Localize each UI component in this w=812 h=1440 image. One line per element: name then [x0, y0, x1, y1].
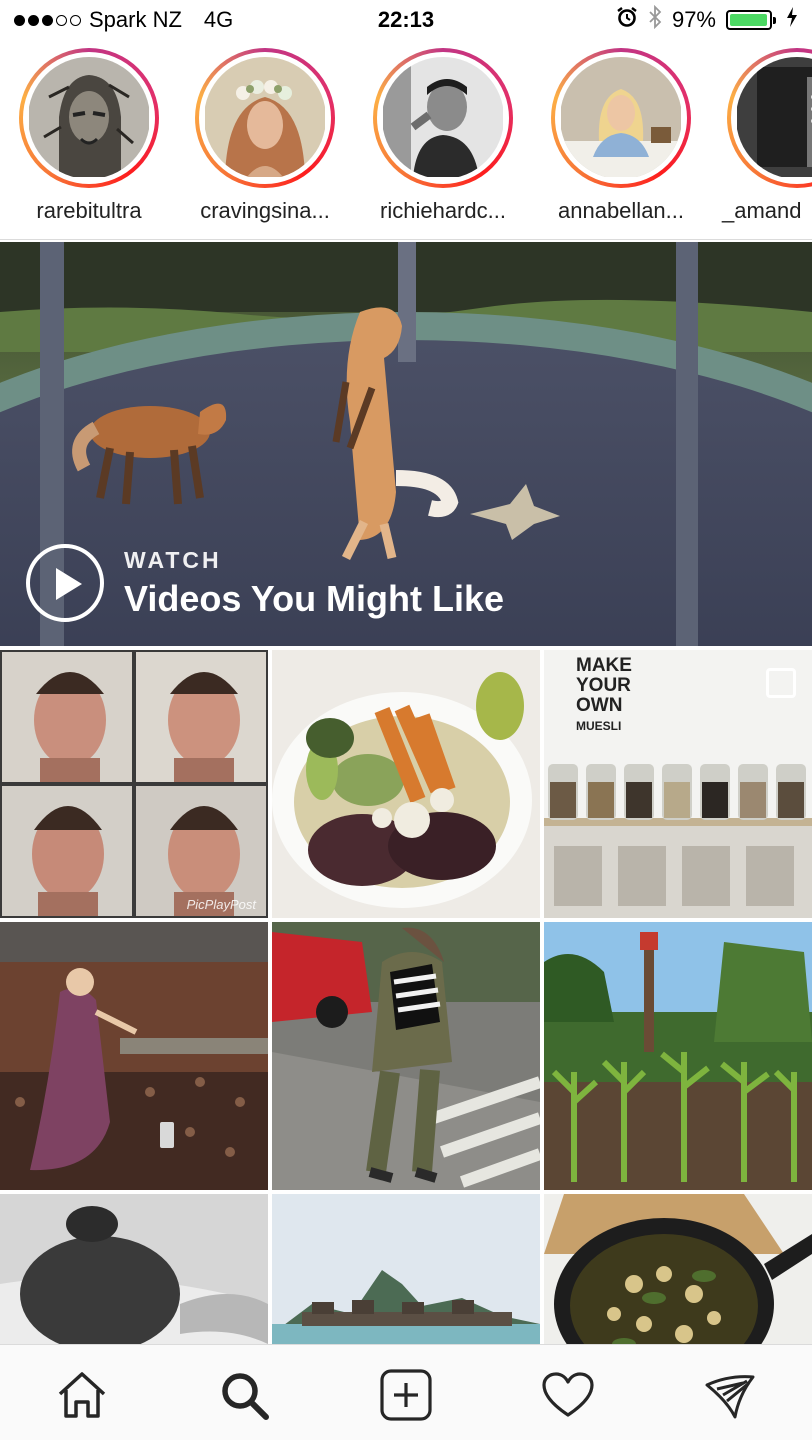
featured-video-card[interactable]: WATCH Videos You Might Like — [0, 242, 812, 646]
explore-grid: PicPlayPost MAKE YOUR OWN MUESLI — [0, 650, 812, 1344]
grid-post-collage[interactable]: PicPlayPost — [0, 650, 268, 918]
avatar-partial — [736, 57, 812, 179]
watch-kicker: WATCH — [124, 546, 222, 573]
collage-watermark: PicPlayPost — [186, 897, 256, 912]
avatar-bw-portrait — [382, 57, 504, 179]
alarm-icon — [616, 6, 638, 34]
story-item[interactable]: annabellan... — [536, 48, 706, 224]
bottom-nav — [0, 1344, 812, 1440]
status-right: 97% — [616, 4, 798, 35]
story-item[interactable]: rarebitultra — [4, 48, 174, 224]
muesli-sign: MAKE YOUR OWN MUESLI — [576, 656, 632, 736]
add-icon[interactable] — [376, 1365, 436, 1425]
grid-post-concert[interactable] — [0, 922, 268, 1190]
story-ring[interactable] — [727, 48, 812, 188]
muesli-line: YOUR — [576, 675, 631, 696]
story-username: _amand — [722, 198, 802, 223]
muesli-line: OWN — [576, 695, 623, 716]
search-icon[interactable] — [214, 1365, 274, 1425]
grid-post-garden[interactable] — [544, 922, 812, 1190]
battery-percent: 97% — [671, 7, 716, 32]
muesli-line: MUESLI — [576, 719, 622, 733]
grid-post-bw-portrait[interactable] — [0, 1194, 268, 1344]
battery-icon — [726, 10, 776, 30]
story-item[interactable]: cravingsina... — [180, 48, 350, 224]
muesli-line: MAKE — [576, 655, 632, 676]
story-username: cravingsina... — [200, 198, 330, 223]
story-item[interactable]: richiehardc... — [358, 48, 528, 224]
grid-post-salad[interactable] — [272, 650, 540, 918]
charging-icon — [786, 7, 798, 33]
play-icon[interactable] — [26, 544, 104, 622]
multiple-photos-icon — [766, 668, 796, 698]
story-ring[interactable] — [195, 48, 335, 188]
network-type: 4G — [203, 7, 234, 32]
carrier-name: Spark NZ — [89, 7, 182, 32]
grid-post-skillet[interactable] — [544, 1194, 812, 1344]
watch-title: Videos You Might Like — [124, 577, 505, 619]
stories-tray[interactable]: rarebitultra cravingsina... richiehardc.… — [0, 40, 812, 240]
status-left: Spark NZ 4G — [14, 7, 233, 33]
grid-post-street[interactable] — [272, 922, 540, 1190]
story-ring[interactable] — [19, 48, 159, 188]
grid-post-island[interactable] — [272, 1194, 540, 1344]
direct-icon[interactable] — [700, 1365, 760, 1425]
story-username: richiehardc... — [380, 198, 506, 223]
status-bar: Spark NZ 4G 22:13 97% — [0, 0, 812, 40]
home-icon[interactable] — [52, 1365, 112, 1425]
story-item[interactable]: _amand — [712, 48, 812, 224]
battery-level — [730, 14, 767, 26]
story-username: annabellan... — [558, 198, 684, 223]
story-ring[interactable] — [373, 48, 513, 188]
heart-icon[interactable] — [538, 1365, 598, 1425]
avatar-flower-crown — [204, 57, 326, 179]
watch-overlay[interactable]: WATCH Videos You Might Like — [26, 544, 504, 622]
watch-text: WATCH Videos You Might Like — [124, 547, 504, 620]
story-username: rarebitultra — [36, 198, 142, 223]
bluetooth-icon — [648, 4, 662, 35]
story-ring[interactable] — [551, 48, 691, 188]
avatar-desk-portrait — [560, 57, 682, 179]
signal-strength-icon — [14, 14, 81, 26]
avatar-illustration — [28, 57, 150, 179]
grid-post-muesli[interactable]: MAKE YOUR OWN MUESLI — [544, 650, 812, 918]
